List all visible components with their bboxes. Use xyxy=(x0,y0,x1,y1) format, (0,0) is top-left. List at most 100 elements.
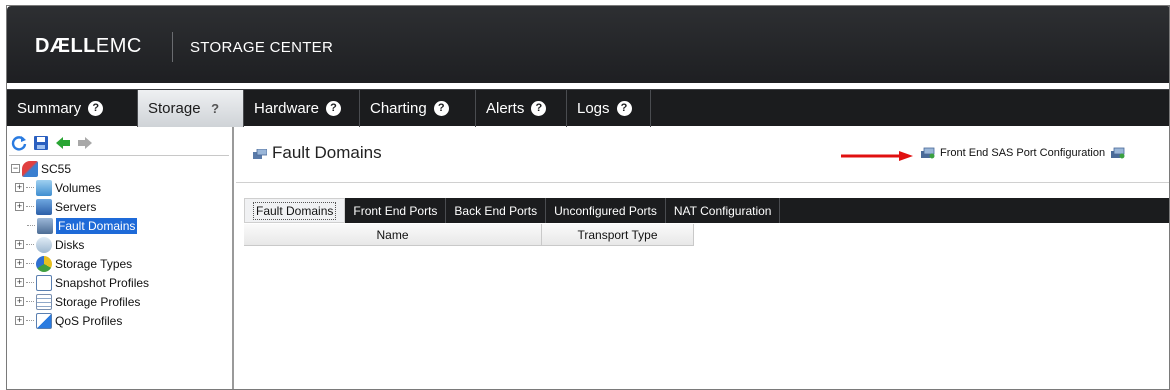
storage-tree: − SC55 + Volumes + Servers Fault Domains… xyxy=(11,159,149,330)
snapshot-profiles-icon xyxy=(36,274,52,291)
tree-item-qos-profiles[interactable]: + QoS Profiles xyxy=(11,311,149,330)
tab-hardware[interactable]: Hardware? xyxy=(244,90,360,127)
tree-connector xyxy=(26,187,34,188)
dell-emc-logo: DÆLLEMC xyxy=(35,35,142,58)
help-icon[interactable]: ? xyxy=(531,101,547,116)
expand-icon[interactable]: + xyxy=(15,297,24,306)
help-icon[interactable]: ? xyxy=(88,101,104,116)
storage-profiles-icon xyxy=(36,293,52,310)
tree-item-servers[interactable]: + Servers xyxy=(11,197,149,216)
tree-item-fault-domains[interactable]: Fault Domains xyxy=(11,216,149,235)
volumes-icon xyxy=(36,179,52,196)
product-title: STORAGE CENTER xyxy=(190,39,334,56)
column-label: Name xyxy=(376,227,409,242)
tree-connector xyxy=(26,263,34,264)
fault-domain-tabs: Fault Domains Front End Ports Back End P… xyxy=(244,198,1169,223)
expand-icon[interactable]: + xyxy=(15,278,24,287)
fault-domains-icon xyxy=(37,217,53,234)
arrow-right-icon xyxy=(841,151,913,161)
sas-port-icon xyxy=(921,147,935,159)
collapse-icon[interactable]: − xyxy=(11,164,20,173)
subtab-label: Fault Domains xyxy=(253,201,337,220)
tab-label: Alerts xyxy=(486,100,525,117)
help-icon[interactable]: ? xyxy=(208,101,223,116)
expand-icon[interactable]: + xyxy=(15,240,24,249)
subtab-label: Front End Ports xyxy=(353,203,438,218)
expand-icon[interactable]: + xyxy=(15,183,24,192)
page-title: Fault Domains xyxy=(272,143,382,162)
subtab-back-end-ports[interactable]: Back End Ports xyxy=(446,198,547,223)
tab-label: Hardware xyxy=(254,100,320,117)
tree-item-storage-types[interactable]: + Storage Types xyxy=(11,254,149,273)
tree-item-label: QoS Profiles xyxy=(55,313,123,328)
tree-item-volumes[interactable]: + Volumes xyxy=(11,178,149,197)
column-label: Transport Type xyxy=(577,227,658,242)
column-header-transport-type[interactable]: Transport Type xyxy=(542,224,694,246)
port-config-icon[interactable] xyxy=(1111,147,1125,159)
tree-item-label: Snapshot Profiles xyxy=(55,275,150,290)
tree-connector xyxy=(26,320,34,321)
tree-connector xyxy=(26,301,34,302)
tree-item-disks[interactable]: + Disks xyxy=(11,235,149,254)
tree-item-label: Storage Profiles xyxy=(55,294,141,309)
tab-label: Charting xyxy=(370,100,427,117)
header-divider xyxy=(172,32,173,62)
refresh-icon[interactable] xyxy=(11,135,27,151)
tree-root-label: SC55 xyxy=(41,161,72,176)
help-icon[interactable]: ? xyxy=(616,101,632,116)
app-window: DÆLLEMC STORAGE CENTER Summary? Storage?… xyxy=(6,5,1170,390)
tree-item-label: Servers xyxy=(55,199,97,214)
forward-arrow-icon[interactable] xyxy=(77,135,93,151)
tree-root[interactable]: − SC55 xyxy=(11,159,149,178)
main-nav: Summary? Storage? Hardware? Charting? Al… xyxy=(7,89,1169,127)
expand-icon[interactable]: + xyxy=(15,202,24,211)
tree-connector xyxy=(26,244,34,245)
disks-icon xyxy=(36,236,52,253)
tree-item-label: Disks xyxy=(55,237,85,252)
subtab-label: NAT Configuration xyxy=(673,203,772,218)
help-icon[interactable]: ? xyxy=(433,101,449,116)
tab-label: Logs xyxy=(577,100,610,117)
content-title-bar: Fault Domains Front End SAS Port Configu… xyxy=(236,127,1169,183)
logo-brand-light: EMC xyxy=(95,35,142,57)
toolbar-divider xyxy=(9,155,229,156)
tree-connector xyxy=(26,206,34,207)
subtab-label: Unconfigured Ports xyxy=(554,203,657,218)
tab-label: Storage xyxy=(148,100,201,117)
tab-charting[interactable]: Charting? xyxy=(360,90,476,127)
tab-alerts[interactable]: Alerts? xyxy=(476,90,567,127)
navigation-panel: − SC55 + Volumes + Servers Fault Domains… xyxy=(7,127,234,389)
expand-icon[interactable]: + xyxy=(15,259,24,268)
table-header: Name Transport Type xyxy=(244,224,1169,246)
front-end-sas-link[interactable]: Front End SAS Port Configuration xyxy=(921,147,1125,159)
tree-connector xyxy=(27,225,35,226)
fault-domains-icon xyxy=(253,149,267,159)
tree-item-label: Storage Types xyxy=(55,256,133,271)
save-icon[interactable] xyxy=(33,135,49,151)
tree-connector xyxy=(26,282,34,283)
expand-icon[interactable]: + xyxy=(15,316,24,325)
storage-types-icon xyxy=(36,255,52,272)
tab-storage[interactable]: Storage? xyxy=(138,90,244,127)
tab-summary[interactable]: Summary? xyxy=(7,90,138,127)
tab-logs[interactable]: Logs? xyxy=(567,90,651,127)
tab-label: Summary xyxy=(17,100,82,117)
subtab-fault-domains[interactable]: Fault Domains xyxy=(244,198,346,223)
subtab-unconfigured-ports[interactable]: Unconfigured Ports xyxy=(546,198,666,223)
tree-item-storage-profiles[interactable]: + Storage Profiles xyxy=(11,292,149,311)
servers-icon xyxy=(36,198,52,215)
content-panel: Fault Domains Front End SAS Port Configu… xyxy=(236,127,1169,389)
logo-brand-bold: DÆLL xyxy=(35,35,96,57)
tree-item-label: Fault Domains xyxy=(56,217,138,234)
app-header: DÆLLEMC STORAGE CENTER xyxy=(7,6,1169,83)
tree-item-snapshot-profiles[interactable]: + Snapshot Profiles xyxy=(11,273,149,292)
help-icon[interactable]: ? xyxy=(326,101,342,116)
back-arrow-icon[interactable] xyxy=(55,135,71,151)
qos-profiles-icon xyxy=(36,312,52,329)
subtab-label: Back End Ports xyxy=(454,203,538,218)
column-header-name[interactable]: Name xyxy=(244,224,542,246)
subtab-nat-configuration[interactable]: NAT Configuration xyxy=(666,198,781,223)
storage-center-icon xyxy=(22,160,38,177)
subtab-front-end-ports[interactable]: Front End Ports xyxy=(345,198,447,223)
tree-toolbar xyxy=(11,133,93,153)
